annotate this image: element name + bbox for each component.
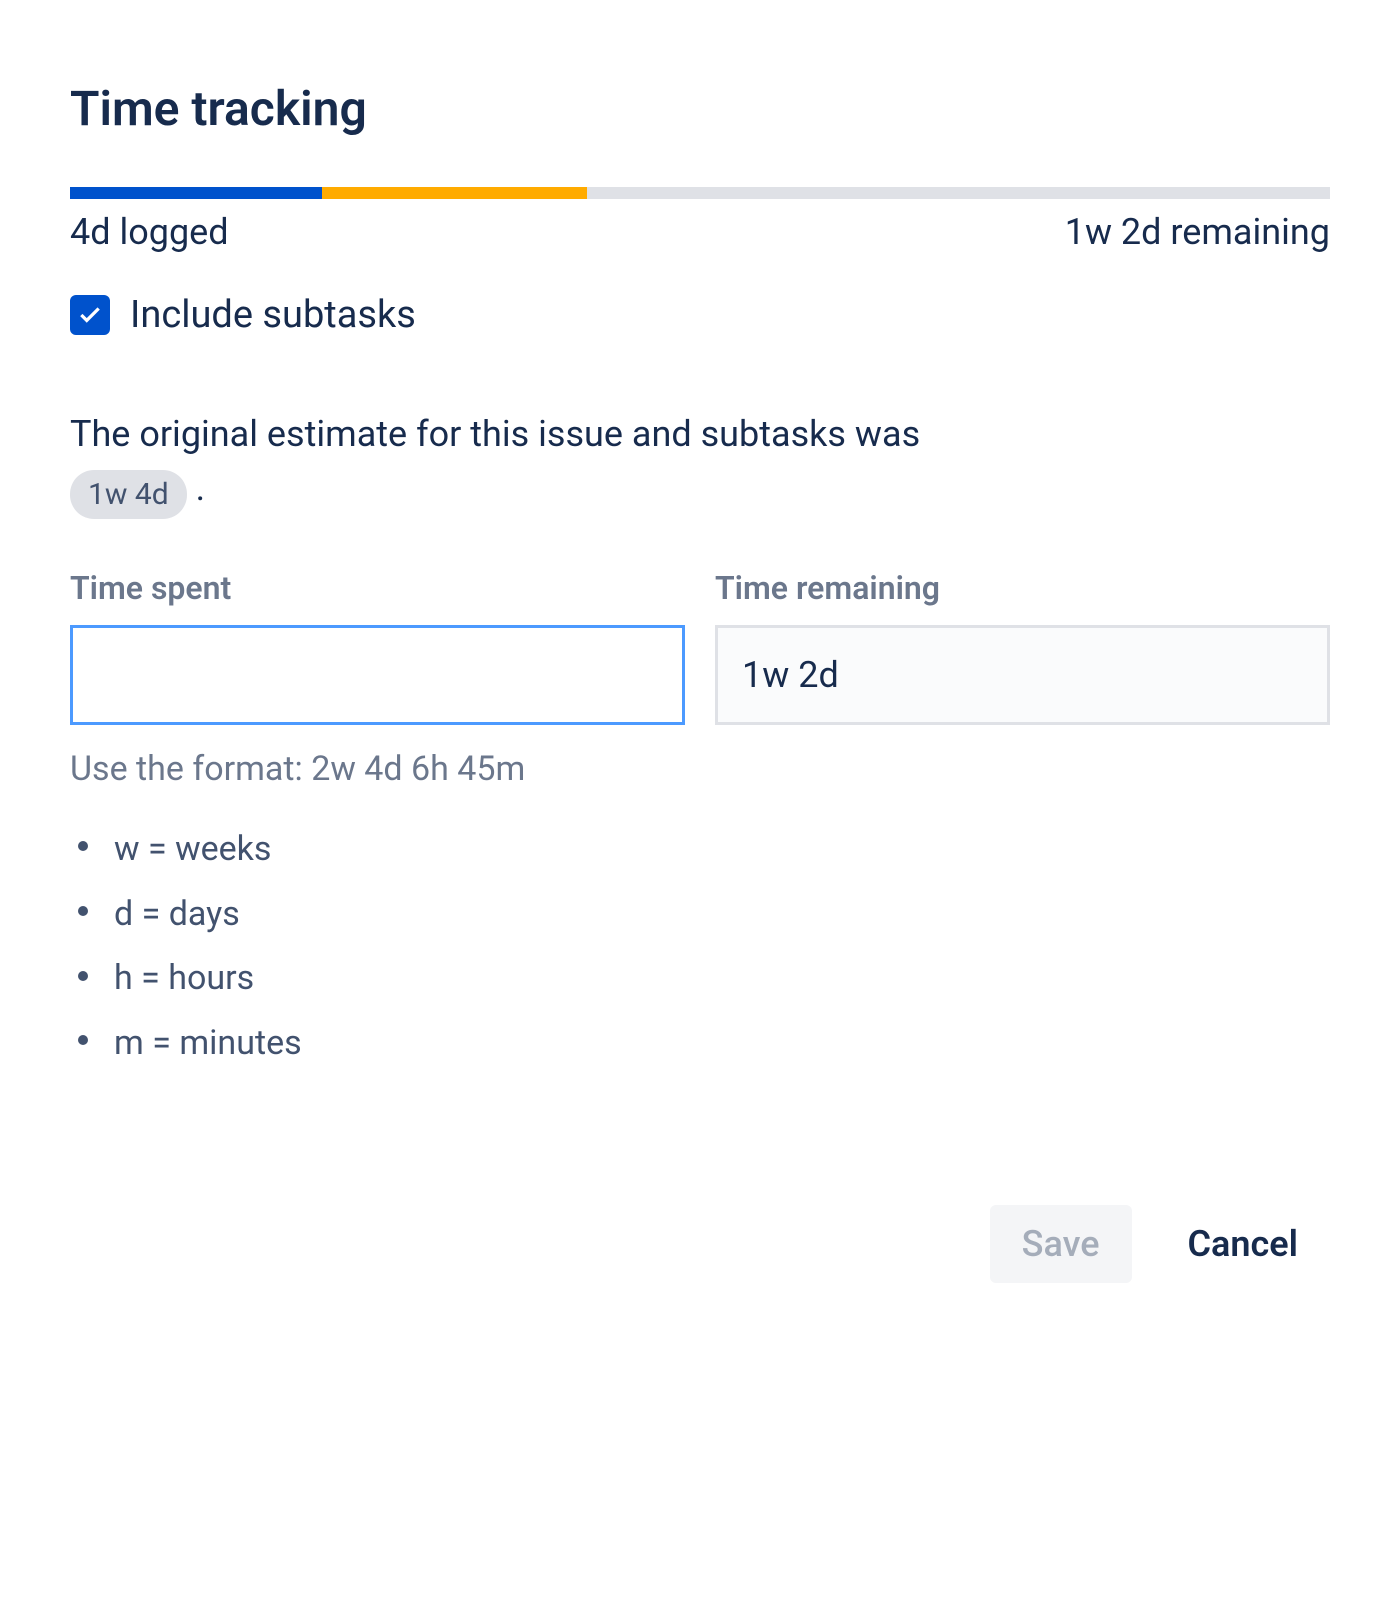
include-subtasks-label: Include subtasks: [130, 293, 416, 337]
fields-row: Time spent Time remaining: [70, 569, 1330, 725]
save-button[interactable]: Save: [990, 1205, 1132, 1283]
format-legend-item: d = days: [114, 882, 1330, 947]
progress-estimate-segment: [322, 187, 587, 199]
include-subtasks-row: Include subtasks: [70, 293, 1330, 337]
progress-bar: [70, 187, 1330, 199]
time-remaining-input[interactable]: [715, 625, 1330, 725]
progress-logged-label: 4d logged: [70, 211, 229, 253]
format-legend-list: w = weeks d = days h = hours m = minutes: [70, 817, 1330, 1075]
original-estimate-text: The original estimate for this issue and…: [70, 407, 1330, 519]
cancel-button[interactable]: Cancel: [1156, 1205, 1330, 1283]
original-estimate-badge: 1w 4d: [70, 470, 187, 519]
time-remaining-group: Time remaining: [715, 569, 1330, 725]
format-legend-item: h = hours: [114, 946, 1330, 1011]
dialog-title: Time tracking: [70, 80, 1330, 137]
progress-logged-segment: [70, 187, 322, 199]
include-subtasks-checkbox[interactable]: [70, 295, 110, 335]
progress-labels: 4d logged 1w 2d remaining: [70, 211, 1330, 253]
time-spent-label: Time spent: [70, 569, 685, 607]
original-estimate-suffix: .: [196, 467, 206, 509]
time-spent-input[interactable]: [70, 625, 685, 725]
dialog-buttons: Save Cancel: [70, 1205, 1330, 1283]
progress-remaining-label: 1w 2d remaining: [1065, 211, 1330, 253]
time-spent-group: Time spent: [70, 569, 685, 725]
format-legend-item: m = minutes: [114, 1011, 1330, 1076]
format-legend-item: w = weeks: [114, 817, 1330, 882]
checkmark-icon: [77, 302, 103, 328]
time-remaining-label: Time remaining: [715, 569, 1330, 607]
format-hint: Use the format: 2w 4d 6h 45m: [70, 749, 1330, 789]
original-estimate-prefix: The original estimate for this issue and…: [70, 413, 920, 455]
